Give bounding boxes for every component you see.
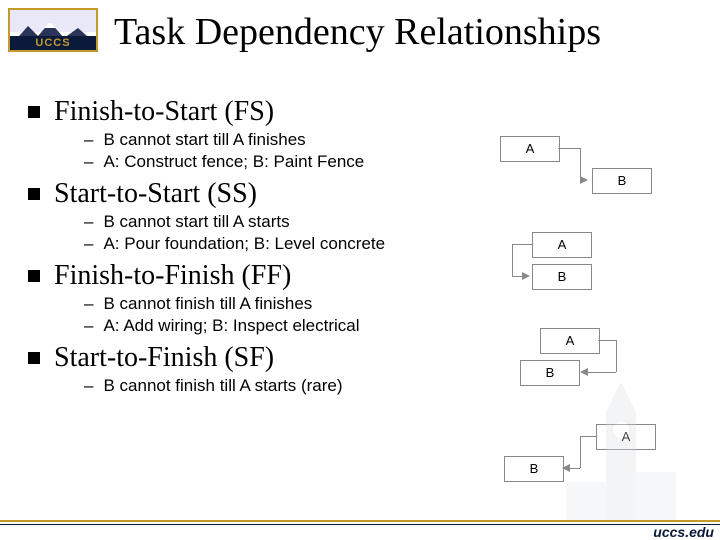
- content-area: Finish-to-Start (FS) –B cannot start til…: [28, 90, 468, 398]
- sub-item: –A: Construct fence; B: Paint Fence: [84, 152, 468, 172]
- sub-item: –A: Add wiring; B: Inspect electrical: [84, 316, 468, 336]
- slide: UCCS Task Dependency Relationships Finis…: [0, 0, 720, 540]
- heading-text: Finish-to-Finish (FF): [54, 260, 291, 291]
- footer-url: uccs.edu: [653, 524, 714, 540]
- diagram-fs: A B: [492, 132, 672, 206]
- connector-line: [512, 244, 513, 276]
- sub-item: –B cannot finish till A finishes: [84, 294, 468, 314]
- heading-ff: Finish-to-Finish (FF): [28, 260, 468, 292]
- sub-text: B cannot start till A finishes: [103, 130, 305, 149]
- sub-text: A: Construct fence; B: Paint Fence: [103, 152, 364, 171]
- task-box-b: B: [592, 168, 652, 194]
- dash-icon: –: [84, 316, 93, 335]
- sub-text: B cannot finish till A finishes: [103, 294, 312, 313]
- clocktower-watermark: [566, 372, 676, 522]
- section-ff: Finish-to-Finish (FF) –B cannot finish t…: [28, 260, 468, 336]
- section-fs: Finish-to-Start (FS) –B cannot start til…: [28, 96, 468, 172]
- dash-icon: –: [84, 376, 93, 395]
- sub-text: A: Pour foundation; B: Level concrete: [103, 234, 385, 253]
- connector-line: [558, 148, 580, 149]
- connector-line: [616, 340, 617, 372]
- bullet-icon: [28, 352, 40, 364]
- slide-title: Task Dependency Relationships: [114, 10, 601, 54]
- sub-text: B cannot finish till A starts (rare): [103, 376, 342, 395]
- bullet-icon: [28, 188, 40, 200]
- heading-fs: Finish-to-Start (FS): [28, 96, 468, 128]
- dash-icon: –: [84, 212, 93, 231]
- sub-text: A: Add wiring; B: Inspect electrical: [103, 316, 359, 335]
- section-ss: Start-to-Start (SS) –B cannot start till…: [28, 178, 468, 254]
- task-box-b: B: [504, 456, 564, 482]
- sub-item: –B cannot finish till A starts (rare): [84, 376, 468, 396]
- section-sf: Start-to-Finish (SF) –B cannot finish ti…: [28, 342, 468, 396]
- footer-rule-navy: [0, 524, 720, 525]
- sub-text: B cannot start till A starts: [103, 212, 289, 231]
- task-box-b: B: [532, 264, 592, 290]
- sub-item: –A: Pour foundation; B: Level concrete: [84, 234, 468, 254]
- sub-item: –B cannot start till A starts: [84, 212, 468, 232]
- bullet-icon: [28, 106, 40, 118]
- logo-text: UCCS: [10, 36, 96, 50]
- bullet-icon: [28, 270, 40, 282]
- arrow-icon: [522, 272, 530, 280]
- heading-text: Start-to-Start (SS): [54, 178, 257, 209]
- dash-icon: –: [84, 130, 93, 149]
- task-box-a: A: [532, 232, 592, 258]
- dash-icon: –: [84, 234, 93, 253]
- heading-text: Finish-to-Start (FS): [54, 96, 274, 127]
- diagram-ss: A B: [492, 228, 672, 302]
- sub-item: –B cannot start till A finishes: [84, 130, 468, 150]
- connector-line: [598, 340, 616, 341]
- heading-text: Start-to-Finish (SF): [54, 342, 274, 373]
- footer-rule-gold: [0, 520, 720, 522]
- dash-icon: –: [84, 152, 93, 171]
- task-box-a: A: [500, 136, 560, 162]
- connector-line: [512, 244, 532, 245]
- task-box-a: A: [540, 328, 600, 354]
- uccs-logo: UCCS: [8, 8, 98, 52]
- heading-ss: Start-to-Start (SS): [28, 178, 468, 210]
- heading-sf: Start-to-Finish (SF): [28, 342, 468, 374]
- arrow-icon: [580, 176, 588, 184]
- dash-icon: –: [84, 294, 93, 313]
